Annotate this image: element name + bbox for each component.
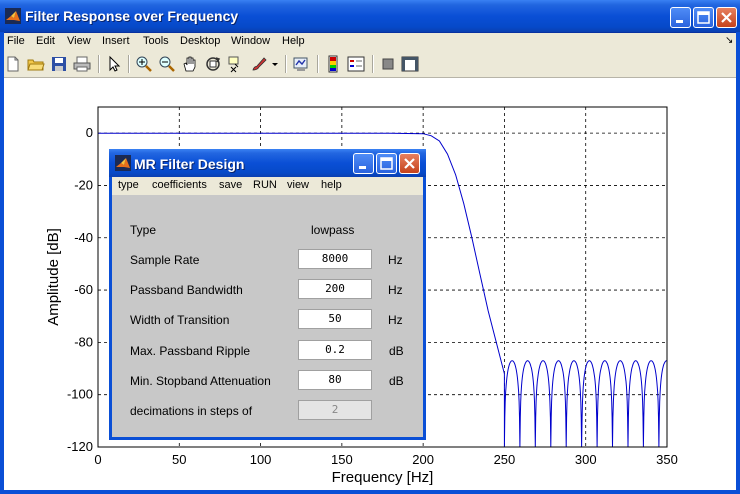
y-tick-label: -40 [74, 230, 93, 245]
passband-ripple-unit: dB [389, 344, 404, 358]
y-tick-label: -80 [74, 334, 93, 349]
menu-bar: File Edit View Insert Tools Desktop Wind… [0, 33, 740, 51]
window-title: Filter Response over Frequency [25, 8, 239, 24]
dialog-menu-help[interactable]: help [321, 179, 342, 191]
x-tick-label: 300 [575, 452, 597, 467]
passband-ripple-label: Max. Passband Ripple [130, 344, 251, 358]
toolbar-separator [285, 55, 287, 73]
dialog-title: MR Filter Design [134, 156, 245, 172]
x-tick-label: 350 [656, 452, 678, 467]
passband-bandwidth-unit: Hz [388, 283, 403, 297]
y-tick-label: -60 [74, 282, 93, 297]
sample-rate-field[interactable]: 8000 [298, 249, 372, 269]
dialog-form: Type lowpass Sample Rate 8000 Hz Passban… [112, 195, 423, 437]
zoom-in-icon[interactable] [135, 55, 153, 73]
matlab-logo-icon [5, 8, 21, 24]
x-tick-label: 200 [412, 452, 434, 467]
dialog-menu-coefficients[interactable]: coefficients [152, 179, 207, 191]
stopband-attenuation-label: Min. Stopband Attenuation [130, 374, 271, 388]
y-tick-label: 0 [86, 125, 93, 140]
hide-plot-tools-icon[interactable] [379, 55, 397, 73]
close-button[interactable] [716, 7, 737, 28]
dialog-menu-bar: type coefficients save RUN view help [112, 177, 423, 195]
pan-hand-icon[interactable] [181, 55, 199, 73]
main-window: Filter Response over Frequency File Edit… [0, 0, 740, 494]
decimation-steps-label: decimations in steps of [130, 404, 253, 418]
toolbar [0, 51, 740, 78]
passband-ripple-field[interactable]: 0.2 [298, 340, 372, 360]
type-label: Type [130, 223, 157, 237]
dialog-menu-save[interactable]: save [219, 179, 242, 191]
toolbar-separator [128, 55, 130, 73]
x-axis-label: Frequency [Hz] [332, 469, 434, 486]
x-tick-label: 250 [494, 452, 516, 467]
save-icon[interactable] [50, 55, 68, 73]
maximize-button[interactable] [693, 7, 714, 28]
transition-width-label: Width of Transition [130, 313, 230, 327]
transition-width-unit: Hz [388, 313, 403, 327]
print-icon[interactable] [73, 55, 91, 73]
open-folder-icon[interactable] [27, 55, 45, 73]
dialog-menu-view[interactable]: view [287, 179, 309, 191]
title-bar[interactable]: Filter Response over Frequency [0, 0, 740, 33]
menu-dock-arrow[interactable]: ↘ [725, 35, 733, 46]
x-tick-label: 0 [94, 452, 101, 467]
sample-rate-label: Sample Rate [130, 253, 200, 267]
x-tick-label: 100 [250, 452, 272, 467]
passband-bandwidth-field[interactable]: 200 [298, 279, 372, 299]
new-file-icon[interactable] [4, 55, 22, 73]
y-tick-label: -100 [67, 387, 93, 402]
y-axis-label: Amplitude [dB] [45, 228, 62, 326]
dialog-menu-type[interactable]: type [118, 179, 139, 191]
matlab-logo-icon [115, 155, 131, 171]
toolbar-separator [317, 55, 319, 73]
dialog-maximize-button[interactable] [376, 153, 397, 174]
data-cursor-icon[interactable] [227, 55, 245, 73]
zoom-out-icon[interactable] [158, 55, 176, 73]
stopband-attenuation-unit: dB [389, 374, 404, 388]
y-tick-label: -20 [74, 177, 93, 192]
menu-help[interactable]: Help [282, 35, 305, 47]
brush-dropdown-icon[interactable] [270, 55, 280, 73]
legend-icon[interactable] [347, 55, 365, 73]
decimation-steps-field: 2 [298, 400, 372, 420]
menu-desktop[interactable]: Desktop [180, 35, 220, 47]
y-tick-label: -120 [67, 439, 93, 454]
menu-insert[interactable]: Insert [102, 35, 130, 47]
dialog-title-bar[interactable]: MR Filter Design [109, 149, 426, 177]
show-plot-tools-icon[interactable] [401, 55, 419, 73]
dialog-close-button[interactable] [399, 153, 420, 174]
link-plot-icon[interactable] [292, 55, 310, 73]
pointer-icon[interactable] [105, 55, 123, 73]
dialog-minimize-button[interactable] [353, 153, 374, 174]
sample-rate-unit: Hz [388, 253, 403, 267]
transition-width-field[interactable]: 50 [298, 309, 372, 329]
window-border-right [736, 32, 740, 494]
toolbar-separator [98, 55, 100, 73]
window-border-bottom [0, 490, 740, 494]
dialog-menu-run[interactable]: RUN [253, 179, 277, 191]
rotate-3d-icon[interactable] [204, 55, 222, 73]
toolbar-separator [372, 55, 374, 73]
menu-window[interactable]: Window [231, 35, 270, 47]
x-tick-label: 150 [331, 452, 353, 467]
x-tick-label: 50 [172, 452, 186, 467]
stopband-attenuation-field[interactable]: 80 [298, 370, 372, 390]
menu-edit[interactable]: Edit [36, 35, 55, 47]
brush-icon[interactable] [250, 55, 268, 73]
minimize-button[interactable] [670, 7, 691, 28]
colorbar-icon[interactable] [324, 55, 342, 73]
menu-file[interactable]: File [7, 35, 25, 47]
passband-bandwidth-label: Passband Bandwidth [130, 283, 243, 297]
menu-view[interactable]: View [67, 35, 91, 47]
menu-tools[interactable]: Tools [143, 35, 169, 47]
filter-design-dialog: MR Filter Design type coefficients save … [109, 149, 426, 440]
type-value[interactable]: lowpass [311, 223, 354, 237]
